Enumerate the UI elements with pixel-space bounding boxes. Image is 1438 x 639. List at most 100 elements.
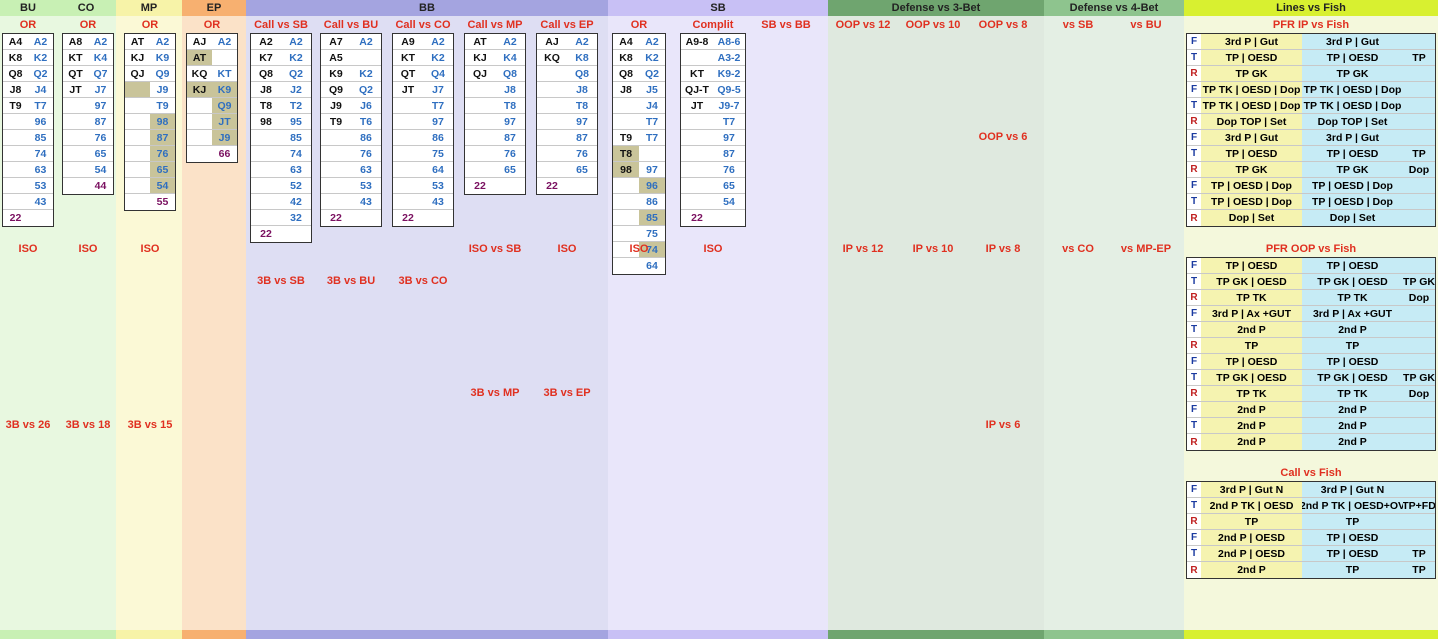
bb-iso-sb-title: ISO vs SB	[468, 243, 522, 255]
range-cell: Q8	[258, 67, 273, 80]
fish-line-cell: TP TK | OESD | Dop	[1302, 82, 1403, 97]
bb-call-co-title: Call vs CO	[395, 19, 451, 31]
range-cell: J9-7	[718, 99, 740, 112]
table-row: AJ A2	[537, 34, 597, 50]
range-cell: KJ	[130, 51, 145, 64]
header-sb: SB	[608, 0, 828, 16]
bb-3b-co-title: 3B vs CO	[398, 275, 448, 287]
range-cell: T7	[645, 131, 659, 144]
fish-line-cell: TP	[1403, 146, 1435, 161]
range-cell: 96	[34, 115, 47, 128]
range-cell: A2	[93, 35, 108, 48]
fish-line-cell: TP | OESD	[1201, 258, 1302, 273]
table-row: KT K2	[393, 50, 453, 66]
range-cell: K2	[33, 51, 48, 64]
range-cell: 76	[94, 131, 107, 144]
range-cell: 87	[504, 131, 516, 144]
range-cell: 75	[432, 147, 444, 160]
range-cell: 87	[576, 131, 588, 144]
range-cell: QJ-T	[685, 83, 709, 96]
range-cell: T7	[722, 115, 736, 128]
fish-line-cell: TP | OESD | Dop	[1201, 178, 1302, 193]
table-row: QJ Q8	[465, 66, 525, 82]
range-cell	[613, 258, 639, 274]
street-label: R	[1190, 212, 1198, 224]
table-row: Q9 Q2	[321, 82, 381, 98]
street-label: F	[1190, 404, 1198, 415]
range-cell	[465, 98, 495, 113]
range-cell: K8	[619, 51, 633, 64]
call-fish-table: F 3rd P | Gut N 3rd P | Gut N T 2nd P TK | O…	[1186, 481, 1436, 579]
range-cell: K4	[503, 51, 517, 64]
range-cell: 85	[34, 131, 47, 144]
fish-line-cell	[1403, 66, 1435, 81]
table-row: 85	[251, 130, 311, 146]
table-row: 76	[537, 146, 597, 162]
range-cell: 85	[290, 131, 302, 144]
range-cell: T7	[645, 115, 659, 128]
range-cell	[63, 130, 88, 145]
table-row: 53	[321, 178, 381, 194]
range-cell: 64	[432, 163, 444, 176]
range-cell	[567, 178, 597, 194]
fish-line-cell: TP	[1403, 562, 1435, 578]
table-row: JT J7	[393, 82, 453, 98]
bb-call-mp-title: Call vs MP	[467, 19, 523, 31]
fish-line-cell: 2nd P	[1201, 418, 1302, 433]
range-cell	[187, 114, 212, 129]
table-row: 97	[63, 98, 113, 114]
street-label: R	[1190, 564, 1198, 576]
range-cell: A9-8	[685, 35, 709, 48]
range-cell: A8	[68, 35, 83, 48]
range-cell: J4	[646, 99, 658, 112]
range-cell: QJ	[472, 67, 487, 80]
fish-line-cell	[1403, 354, 1435, 369]
range-cell: 65	[576, 163, 588, 176]
fish-line-cell: TP GK | OESD	[1302, 370, 1403, 385]
fish-row: T 2nd P TK | OESD 2nd P TK | OESD+OV TP+FD	[1187, 498, 1435, 514]
range-cell: K2	[289, 51, 303, 64]
range-cell: T7	[431, 99, 445, 112]
range-cell	[537, 146, 567, 161]
fish-line-cell	[1403, 258, 1435, 273]
range-cell	[613, 194, 639, 209]
range-cell: QT	[400, 67, 416, 80]
fish-line-cell: 2nd P TK | OESD	[1201, 498, 1302, 513]
table-row: KQ KT	[187, 66, 237, 82]
range-cell	[713, 210, 745, 226]
fish-line-cell: TP | OESD	[1302, 50, 1403, 65]
range-cell: T8	[503, 99, 517, 112]
range-cell: 22	[330, 212, 342, 224]
fish-line-cell: TP | OESD	[1201, 50, 1302, 65]
range-cell: KJ	[187, 82, 212, 97]
range-cell	[28, 210, 53, 226]
range-cell: A2	[645, 35, 659, 48]
mp-iso-title: ISO	[140, 243, 160, 255]
table-row: 76	[465, 146, 525, 162]
bb-call-sb-table: A2 A2 K7 K2 Q8 Q2 J8 J2 T8 T2 98 95 85 74 63 52 42 32 22	[250, 33, 312, 243]
fish-line-cell: 2nd P	[1201, 562, 1302, 578]
range-cell	[187, 98, 212, 113]
range-cell: K2	[645, 51, 659, 64]
range-cell: 54	[94, 163, 107, 176]
table-row: T7	[613, 114, 665, 130]
range-cell: Q8	[618, 67, 633, 80]
oop12-title: OOP vs 12	[835, 19, 891, 31]
table-row: Q8 Q2	[613, 66, 665, 82]
fish-row: T TP TK | OESD | Dop TP TK | OESD | Dop	[1187, 98, 1435, 114]
co-or-table: A8 A2 KT K4 QT Q7 JT J7 97 87 76 65 54 44	[62, 33, 114, 195]
range-cell: 22	[9, 212, 22, 224]
table-row: KJ K4	[465, 50, 525, 66]
range-cell: 97	[432, 115, 444, 128]
table-row: A4 A2	[613, 34, 665, 50]
bu-or-table: A4 A2 K8 K2 Q8 Q2 J8 J4 T9 T7 96 85 74 63 53 43 22	[2, 33, 54, 227]
table-row: Q9	[187, 98, 237, 114]
fish-line-cell: TP | OESD	[1302, 258, 1403, 273]
sb-iso2-title: ISO	[703, 243, 723, 255]
fish-line-cell: TP | OESD | Dop	[1302, 194, 1403, 209]
range-cell	[125, 98, 150, 113]
fish-line-cell	[1403, 418, 1435, 433]
table-row: T8	[537, 98, 597, 114]
range-cell	[3, 194, 28, 209]
table-row: 87	[63, 114, 113, 130]
